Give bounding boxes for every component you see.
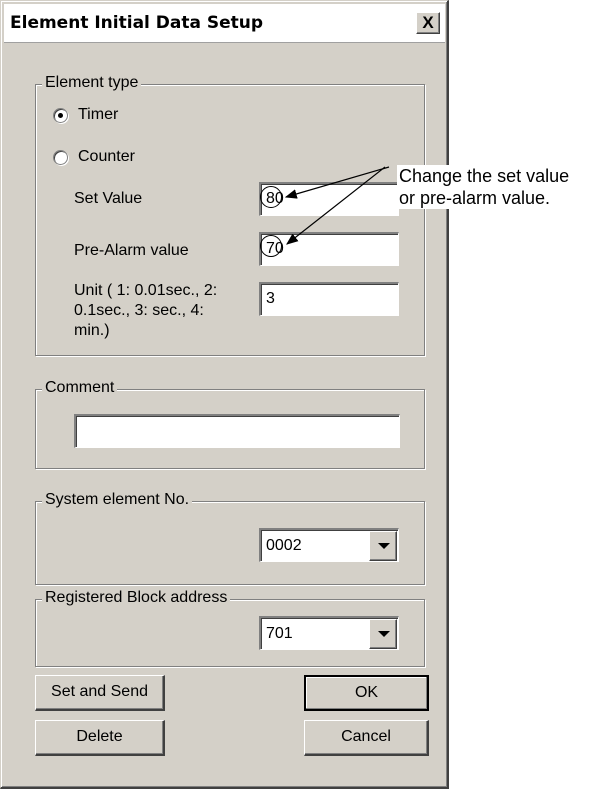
arrow-to-set-value: [284, 166, 390, 199]
annotation-line-1: Change the set value: [399, 166, 570, 186]
annotation-arrows: [284, 166, 390, 245]
annotation-callout: Change the set value or pre-alarm value.: [397, 165, 572, 209]
annotation-line-2: or pre-alarm value.: [399, 188, 551, 208]
arrow-to-pre-alarm: [286, 166, 386, 245]
